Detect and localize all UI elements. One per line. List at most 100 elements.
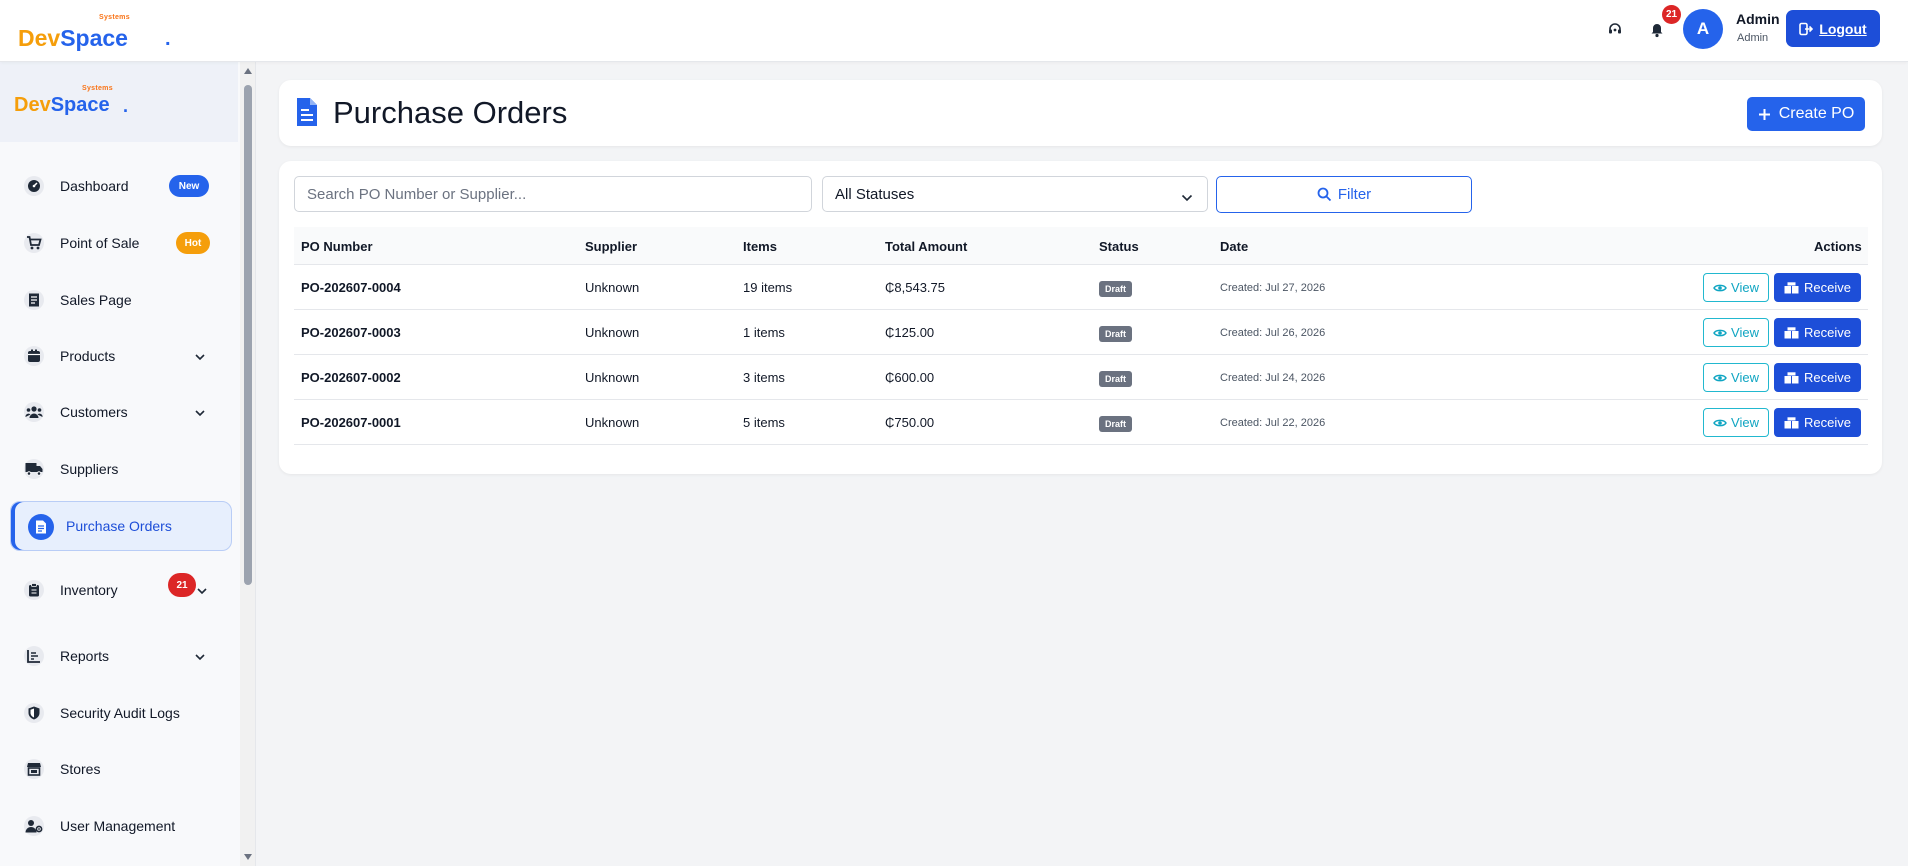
sidebar-item-label: Products: [60, 348, 116, 364]
sidebar-item-user-management[interactable]: User Management: [10, 801, 232, 851]
chevron-down-icon[interactable]: [196, 584, 208, 596]
column-header-status[interactable]: Status: [1099, 239, 1139, 254]
scroll-up-arrow-icon[interactable]: [244, 68, 252, 74]
column-header-po-number[interactable]: PO Number: [301, 239, 373, 254]
eye-icon: [1713, 374, 1727, 381]
brand-wordmark: DevSpace: [14, 94, 110, 116]
created-date: Created: Jul 27, 2026: [1220, 282, 1326, 294]
item-count: 5 items: [743, 415, 785, 430]
bell-icon[interactable]: [1648, 20, 1666, 38]
receive-button[interactable]: Receive: [1774, 318, 1861, 347]
search-input[interactable]: [294, 176, 812, 212]
view-button[interactable]: View: [1703, 408, 1769, 437]
status-badge: Draft: [1099, 326, 1133, 342]
eye-icon: [1713, 419, 1727, 426]
plus-icon: [1758, 108, 1770, 120]
sidebar-item-security-audit-logs[interactable]: Security Audit Logs: [10, 688, 232, 738]
sidebar-item-point-of-sale[interactable]: Point of Sale Hot: [10, 218, 232, 268]
eye-icon: [1713, 284, 1727, 291]
item-count: 3 items: [743, 370, 785, 385]
column-header-supplier[interactable]: Supplier: [585, 239, 637, 254]
receive-button[interactable]: Receive: [1774, 273, 1861, 302]
sidebar-item-label: User Management: [60, 818, 176, 834]
column-header-date[interactable]: Date: [1220, 239, 1248, 254]
created-date: Created: Jul 24, 2026: [1220, 372, 1326, 384]
sidebar-item-label: Security Audit Logs: [60, 705, 180, 721]
boxes-icon: [1784, 416, 1799, 428]
view-label: View: [1731, 325, 1759, 340]
create-po-label: Create PO: [1778, 105, 1855, 122]
chevron-down-icon: [1181, 190, 1193, 202]
sidebar-item-purchase-orders[interactable]: Purchase Orders: [10, 501, 232, 551]
cart-icon: [24, 233, 44, 253]
table-row[interactable]: PO-202607-0004 Unknown 19 items ₵8,543.7…: [294, 265, 1868, 310]
table-row[interactable]: PO-202607-0002 Unknown 3 items ₵600.00 D…: [294, 355, 1868, 400]
sidebar-scrollbar[interactable]: [240, 62, 255, 866]
status-select[interactable]: All Statuses: [822, 176, 1208, 212]
supplier: Unknown: [585, 325, 640, 340]
created-date: Created: Jul 26, 2026: [1220, 327, 1326, 339]
table-row[interactable]: PO-202607-0001 Unknown 5 items ₵750.00 D…: [294, 400, 1868, 445]
po-number[interactable]: PO-202607-0004: [301, 280, 401, 295]
receive-label: Receive: [1804, 370, 1851, 385]
po-number[interactable]: PO-202607-0001: [301, 415, 401, 430]
sidebar-item-inventory[interactable]: Inventory 21: [10, 565, 232, 615]
sidebar-brand-logo[interactable]: Systems DevSpace .: [14, 80, 144, 116]
table-row[interactable]: PO-202607-0003 Unknown 1 items ₵125.00 D…: [294, 310, 1868, 355]
chevron-down-icon[interactable]: [194, 350, 206, 362]
created-date: Created: Jul 22, 2026: [1220, 417, 1326, 429]
sidebar-item-label: Stores: [60, 761, 101, 777]
receive-label: Receive: [1804, 280, 1851, 295]
user-name: Admin: [1736, 11, 1780, 27]
status-badge: Draft: [1099, 371, 1133, 387]
sidebar-item-label: Dashboard: [60, 178, 129, 194]
filter-label: Filter: [1337, 186, 1372, 203]
supplier: Unknown: [585, 370, 640, 385]
status-badge: Draft: [1099, 416, 1133, 432]
sidebar-item-label: Suppliers: [60, 461, 119, 477]
view-button[interactable]: View: [1703, 318, 1769, 347]
headset-icon[interactable]: [1606, 20, 1624, 38]
sidebar-item-reports[interactable]: Reports: [10, 631, 232, 681]
chevron-down-icon[interactable]: [194, 650, 206, 662]
brand-dot: .: [123, 96, 129, 116]
table-header: PO Number Supplier Items Total Amount St…: [294, 227, 1868, 265]
receive-button[interactable]: Receive: [1774, 363, 1861, 392]
brand-logo[interactable]: Systems DevSpace .: [18, 10, 171, 51]
box-icon: [24, 346, 44, 366]
avatar[interactable]: A: [1683, 9, 1723, 49]
truck-icon: [24, 459, 44, 479]
po-number[interactable]: PO-202607-0002: [301, 370, 401, 385]
page-title: Purchase Orders: [333, 95, 568, 130]
sidebar-item-stores[interactable]: Stores: [10, 744, 232, 794]
boxes-icon: [1784, 281, 1799, 293]
total-amount: ₵8,543.75: [885, 280, 945, 295]
filter-button[interactable]: Filter: [1216, 176, 1472, 213]
sidebar-item-suppliers[interactable]: Suppliers: [10, 444, 232, 494]
scrollbar-thumb[interactable]: [244, 85, 252, 585]
receipt-icon: [24, 290, 44, 310]
column-header-total-amount[interactable]: Total Amount: [885, 239, 967, 254]
column-header-items[interactable]: Items: [743, 239, 777, 254]
top-header: Systems DevSpace . 21 A Admin Admin Logo…: [0, 0, 1908, 62]
sidebar-item-products[interactable]: Products: [10, 331, 232, 381]
sidebar-item-sales-page[interactable]: Sales Page: [10, 275, 232, 325]
create-po-button[interactable]: Create PO: [1747, 97, 1865, 131]
total-amount: ₵125.00: [885, 325, 935, 340]
receive-label: Receive: [1804, 415, 1851, 430]
chevron-down-icon[interactable]: [194, 406, 206, 418]
status-badge: Draft: [1099, 281, 1133, 297]
sidebar-item-label: Sales Page: [60, 292, 132, 308]
sidebar-item-dashboard[interactable]: Dashboard New: [10, 161, 232, 211]
view-button[interactable]: View: [1703, 273, 1769, 302]
scroll-down-arrow-icon[interactable]: [244, 854, 252, 860]
logout-button[interactable]: Logout: [1786, 10, 1880, 47]
eye-icon: [1713, 329, 1727, 336]
view-button[interactable]: View: [1703, 363, 1769, 392]
supplier: Unknown: [585, 415, 640, 430]
sidebar-item-customers[interactable]: Customers: [10, 387, 232, 437]
po-number[interactable]: PO-202607-0003: [301, 325, 401, 340]
dashboard-icon: [24, 176, 44, 196]
receive-button[interactable]: Receive: [1774, 408, 1861, 437]
item-count: 19 items: [743, 280, 793, 295]
